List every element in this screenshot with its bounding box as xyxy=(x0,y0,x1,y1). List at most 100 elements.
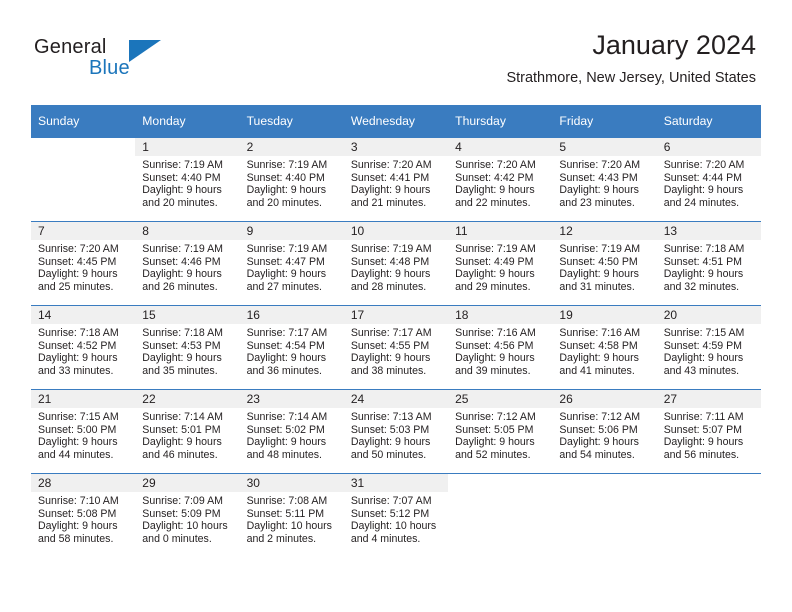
day-detail-line: Daylight: 9 hours xyxy=(38,352,118,365)
day-detail-line: Sunset: 5:01 PM xyxy=(142,423,221,436)
day-cell[interactable]: 20 Sunrise: 7:15 AM Sunset: 4:59 PM Dayligh… xyxy=(656,305,761,389)
day-detail-line: Sunrise: 7:20 AM xyxy=(455,159,536,171)
day-detail-line: Sunrise: 7:17 AM xyxy=(246,327,328,339)
day-detail-line: and 23 minutes. xyxy=(559,196,635,209)
day-cell[interactable]: 13 Sunrise: 7:18 AM Sunset: 4:51 PM Dayligh… xyxy=(656,221,761,305)
day-number: 22 xyxy=(135,390,240,408)
day-detail-line: Daylight: 9 hours xyxy=(350,268,431,281)
day-cell[interactable]: 15 Sunrise: 7:18 AM Sunset: 4:53 PM Dayligh… xyxy=(135,305,240,389)
day-cell[interactable]: 3 Sunrise: 7:20 AM Sunset: 4:41 PM Daylight… xyxy=(343,137,449,221)
day-cell[interactable]: 2 Sunrise: 7:19 AM Sunset: 4:40 PM Daylight… xyxy=(239,137,344,221)
day-detail-line: Sunset: 5:05 PM xyxy=(455,423,534,436)
sunrise-sunset-calendar: Sunday Monday Tuesday Wednesday Thursday Frid… xyxy=(31,105,761,557)
day-cell[interactable]: 30 Sunrise: 7:08 AM Sunset: 5:11 PM Dayligh… xyxy=(239,473,344,557)
day-detail-line: Sunset: 4:40 PM xyxy=(246,171,325,184)
day-cell[interactable]: 6 Sunrise: 7:20 AM Sunset: 4:44 PM Daylight… xyxy=(656,137,761,221)
day-cell[interactable]: 9 Sunrise: 7:19 AM Sunset: 4:47 PM Daylight… xyxy=(239,221,344,305)
day-detail-line: Daylight: 9 hours xyxy=(455,436,535,449)
day-number: 10 xyxy=(343,222,449,240)
day-cell[interactable]: 10 Sunrise: 7:19 AM Sunset: 4:48 PM Dayligh… xyxy=(343,221,449,305)
day-cell[interactable]: 28 Sunrise: 7:10 AM Sunset: 5:08 PM Dayligh… xyxy=(31,473,136,557)
day-detail-line: and 56 minutes. xyxy=(663,448,740,461)
day-number: 9 xyxy=(239,222,344,240)
day-cell[interactable]: 14 Sunrise: 7:18 AM Sunset: 4:52 PM Dayligh… xyxy=(31,305,136,389)
day-detail-line: and 25 minutes. xyxy=(38,280,114,293)
day-detail-line: Sunset: 5:08 PM xyxy=(38,507,117,520)
day-number: 19 xyxy=(552,306,657,324)
day-detail-line: Sunrise: 7:17 AM xyxy=(350,327,432,339)
day-cell[interactable]: 17 Sunrise: 7:17 AM Sunset: 4:55 PM Dayligh… xyxy=(343,305,449,389)
day-cell[interactable]: 5 Sunrise: 7:20 AM Sunset: 4:43 PM Daylight… xyxy=(552,137,657,221)
day-detail-line: Daylight: 9 hours xyxy=(663,268,744,281)
day-detail-line: Sunrise: 7:18 AM xyxy=(142,327,223,339)
day-detail-line: Sunset: 4:56 PM xyxy=(455,339,534,352)
day-number: 15 xyxy=(135,306,240,324)
calendar-body: 1 Sunrise: 7:19 AM Sunset: 4:40 PM Daylight… xyxy=(31,137,761,557)
day-cell[interactable]: 18 Sunrise: 7:16 AM Sunset: 4:56 PM Dayligh… xyxy=(448,305,553,389)
day-number: 1 xyxy=(135,138,240,156)
day-cell[interactable]: 7 Sunrise: 7:20 AM Sunset: 4:45 PM Daylight… xyxy=(31,221,136,305)
day-detail-line: Daylight: 9 hours xyxy=(350,184,431,197)
day-details: Sunrise: 7:13 AM Sunset: 5:03 PM Daylight:… xyxy=(344,408,448,461)
day-detail-line: Daylight: 10 hours xyxy=(246,520,332,533)
location-subtitle: Strathmore, New Jersey, United States xyxy=(506,70,756,86)
day-detail-line: and 41 minutes. xyxy=(559,364,635,377)
day-detail-line: Sunset: 4:47 PM xyxy=(246,255,325,268)
day-cell[interactable]: 12 Sunrise: 7:19 AM Sunset: 4:50 PM Dayligh… xyxy=(552,221,657,305)
day-detail-line: Sunset: 4:52 PM xyxy=(38,339,117,352)
day-cell[interactable]: 25 Sunrise: 7:12 AM Sunset: 5:05 PM Dayligh… xyxy=(448,389,553,473)
day-details: Sunrise: 7:19 AM Sunset: 4:47 PM Daylight:… xyxy=(240,240,344,293)
logo-text-general: General xyxy=(34,36,107,58)
day-details: Sunrise: 7:16 AM Sunset: 4:56 PM Daylight:… xyxy=(448,324,552,377)
day-detail-line: Sunset: 4:55 PM xyxy=(350,339,430,352)
weekday-header-wednesday: Wednesday xyxy=(343,105,449,137)
day-detail-line: Sunrise: 7:13 AM xyxy=(350,411,432,423)
day-detail-line: Sunset: 4:54 PM xyxy=(246,339,325,352)
day-number: 4 xyxy=(448,138,553,156)
day-number: 26 xyxy=(552,390,657,408)
day-number: 7 xyxy=(31,222,136,240)
weekday-header-monday: Monday xyxy=(135,105,240,137)
day-detail-line: and 4 minutes. xyxy=(350,532,421,545)
day-detail-line: and 0 minutes. xyxy=(142,532,212,545)
day-detail-line: Sunset: 4:51 PM xyxy=(663,255,743,268)
day-detail-line: Sunrise: 7:09 AM xyxy=(142,495,223,507)
calendar-page: General Blue January 2024 Strathmore, Ne… xyxy=(0,0,792,612)
day-number xyxy=(552,474,657,492)
day-detail-line: Sunrise: 7:19 AM xyxy=(246,243,328,255)
day-detail-line: Sunrise: 7:14 AM xyxy=(142,411,223,423)
day-cell[interactable]: 4 Sunrise: 7:20 AM Sunset: 4:42 PM Daylight… xyxy=(448,137,553,221)
day-cell[interactable]: 23 Sunrise: 7:14 AM Sunset: 5:02 PM Dayligh… xyxy=(239,389,344,473)
day-cell[interactable]: 21 Sunrise: 7:15 AM Sunset: 5:00 PM Dayligh… xyxy=(31,389,136,473)
day-detail-line: Daylight: 9 hours xyxy=(663,352,744,365)
day-detail-line: and 20 minutes. xyxy=(142,196,218,209)
day-detail-line: Sunset: 5:07 PM xyxy=(663,423,743,436)
day-details: Sunrise: 7:19 AM Sunset: 4:40 PM Daylight:… xyxy=(135,156,239,209)
day-detail-line: Daylight: 9 hours xyxy=(246,436,327,449)
day-detail-line: and 31 minutes. xyxy=(559,280,635,293)
day-cell[interactable]: 29 Sunrise: 7:09 AM Sunset: 5:09 PM Dayligh… xyxy=(135,473,240,557)
day-details: Sunrise: 7:11 AM Sunset: 5:07 PM Daylight:… xyxy=(657,408,761,461)
day-number: 17 xyxy=(343,306,449,324)
day-details: Sunrise: 7:18 AM Sunset: 4:52 PM Daylight:… xyxy=(31,324,135,377)
day-detail-line: Daylight: 9 hours xyxy=(663,184,744,197)
day-cell[interactable]: 19 Sunrise: 7:16 AM Sunset: 4:58 PM Dayligh… xyxy=(552,305,657,389)
day-cell[interactable]: 26 Sunrise: 7:12 AM Sunset: 5:06 PM Dayligh… xyxy=(552,389,657,473)
day-cell[interactable]: 27 Sunrise: 7:11 AM Sunset: 5:07 PM Dayligh… xyxy=(656,389,761,473)
day-cell-empty xyxy=(656,473,761,557)
day-detail-line: Daylight: 9 hours xyxy=(663,436,744,449)
day-cell[interactable]: 16 Sunrise: 7:17 AM Sunset: 4:54 PM Dayligh… xyxy=(239,305,344,389)
day-cell[interactable]: 1 Sunrise: 7:19 AM Sunset: 4:40 PM Daylight… xyxy=(135,137,240,221)
day-cell[interactable]: 8 Sunrise: 7:19 AM Sunset: 4:46 PM Daylight… xyxy=(135,221,240,305)
day-details: Sunrise: 7:12 AM Sunset: 5:05 PM Daylight:… xyxy=(448,408,552,461)
calendar-week-row: 28 Sunrise: 7:10 AM Sunset: 5:08 PM Dayligh… xyxy=(31,473,761,557)
day-detail-line: and 22 minutes. xyxy=(455,196,531,209)
day-details: Sunrise: 7:20 AM Sunset: 4:42 PM Daylight:… xyxy=(448,156,552,209)
day-cell[interactable]: 11 Sunrise: 7:19 AM Sunset: 4:49 PM Dayligh… xyxy=(448,221,553,305)
day-cell[interactable]: 24 Sunrise: 7:13 AM Sunset: 5:03 PM Dayligh… xyxy=(343,389,449,473)
day-detail-line: Sunrise: 7:18 AM xyxy=(663,243,745,255)
day-details: Sunrise: 7:19 AM Sunset: 4:40 PM Daylight:… xyxy=(240,156,344,209)
day-cell[interactable]: 22 Sunrise: 7:14 AM Sunset: 5:01 PM Dayligh… xyxy=(135,389,240,473)
day-detail-line: and 52 minutes. xyxy=(455,448,531,461)
day-cell[interactable]: 31 Sunrise: 7:07 AM Sunset: 5:12 PM Dayligh… xyxy=(343,473,449,557)
